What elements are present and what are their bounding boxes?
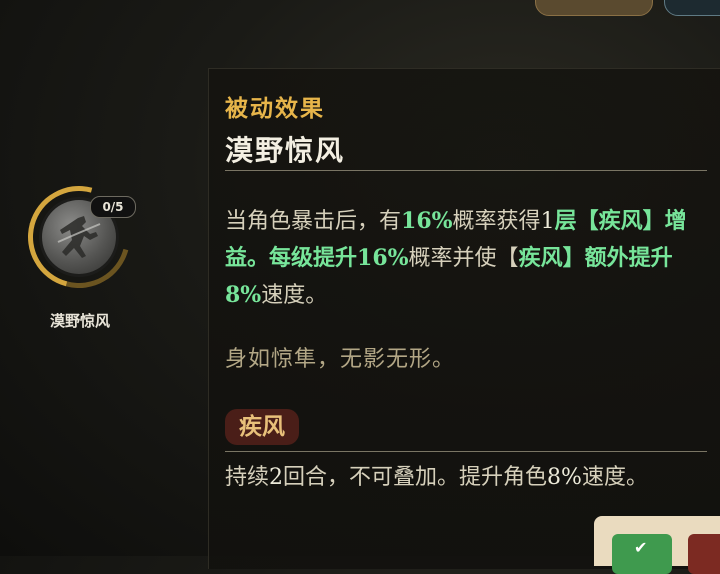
check-icon: ✔	[634, 538, 648, 557]
buff-tag: 疾风	[225, 409, 299, 445]
section-label: 被动效果	[225, 95, 325, 122]
skill-detail-panel: 被动效果 漠野惊风 当角色暴击后，有16%概率获得1层【疾风】增益。每级提升16…	[208, 68, 720, 569]
skill-description: 当角色暴击后，有16%概率获得1层【疾风】增益。每级提升16%概率并使【疾风】额…	[225, 208, 687, 308]
skill-title: 漠野惊风	[225, 134, 346, 167]
top-action-button[interactable]	[664, 0, 720, 16]
skill-level-badge: 0/5	[90, 196, 136, 218]
skill-name-label: 漠野惊风	[49, 312, 110, 330]
skill-node[interactable]: 0/5 漠野惊风	[9, 167, 149, 336]
secondary-button[interactable]	[688, 534, 720, 574]
confirm-button[interactable]: ✔	[612, 534, 672, 574]
buff-divider	[225, 451, 707, 452]
flavor-text: 身如惊隼，无影无形。	[225, 347, 456, 372]
top-menu-button[interactable]	[535, 0, 653, 16]
buff-description: 持续2回合，不可叠加。提升角色8%速度。	[225, 465, 648, 490]
title-divider	[225, 170, 707, 171]
